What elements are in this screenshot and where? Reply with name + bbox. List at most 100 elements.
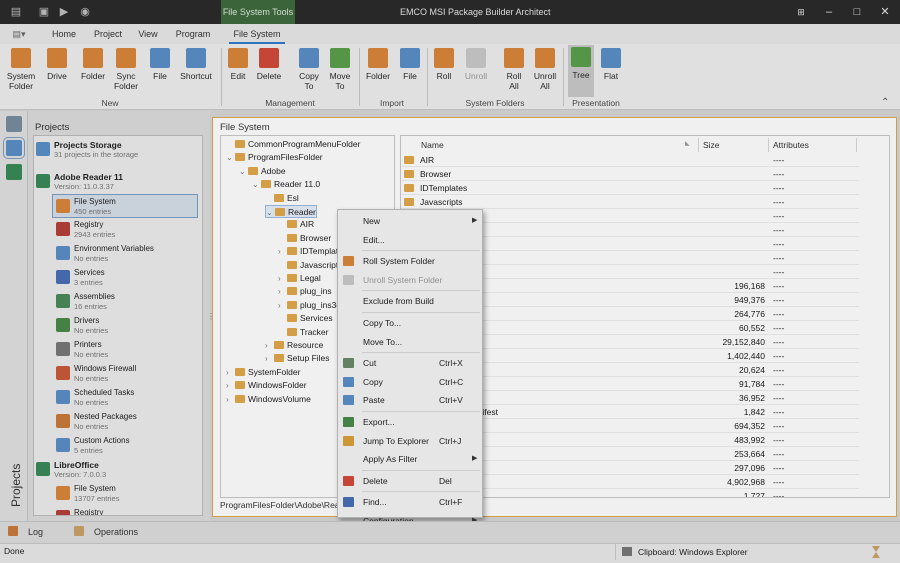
menu-item-cut[interactable]: Cut Ctrl+X <box>338 354 482 372</box>
table-row[interactable]: IDTemplates ---- <box>401 181 859 195</box>
tree-node[interactable]: › plug_ins <box>278 285 332 298</box>
tree-node[interactable]: › SystemFolder <box>226 366 300 379</box>
menu-item-delete[interactable]: Delete Del <box>338 472 482 490</box>
tree-node[interactable]: Browser <box>278 232 331 245</box>
expand-icon[interactable]: › <box>278 299 287 312</box>
menu-item-roll-system-folder[interactable]: Roll System Folder <box>338 252 482 270</box>
tree-node[interactable]: › Legal <box>278 272 321 285</box>
table-row[interactable]: AIR ---- <box>401 153 859 167</box>
tab-file-system[interactable]: File System <box>229 24 285 44</box>
project-category[interactable]: File System 450 entries <box>52 194 198 218</box>
tree-node[interactable]: Javascripts <box>278 259 343 272</box>
menu-item-apply-as-filter[interactable]: Apply As Filter ▶ <box>338 450 482 468</box>
system-folder-button[interactable]: System Folder <box>6 46 36 98</box>
menu-item-copy-to[interactable]: Copy To... <box>338 314 482 332</box>
project-category[interactable]: Custom Actions 5 entries <box>34 434 202 458</box>
tree-node[interactable]: › WindowsFolder <box>226 379 307 392</box>
log-tab[interactable]: Log <box>8 521 43 543</box>
project-category[interactable]: Registry <box>34 506 202 515</box>
roll-button[interactable]: Roll <box>431 46 457 98</box>
project-category[interactable]: Nested Packages No entries <box>34 410 202 434</box>
unroll-all-button[interactable]: Unroll All <box>530 46 560 98</box>
column-header-size[interactable]: Size <box>699 138 769 152</box>
roll-all-button[interactable]: Roll All <box>500 46 528 98</box>
flat-view-button[interactable]: Flat <box>598 46 624 98</box>
project-category[interactable]: Services 3 entries <box>34 266 202 290</box>
project-node[interactable]: Adobe Reader 11 Version: 11.0.3.37 <box>34 170 202 194</box>
collapse-ribbon-icon[interactable]: ⌃ <box>881 97 889 108</box>
sort-icon[interactable]: ◣ <box>685 140 690 147</box>
expand-icon[interactable]: › <box>226 366 235 379</box>
column-header-attributes[interactable]: Attributes <box>769 138 857 152</box>
project-node[interactable]: Projects Storage 31 projects in the stora… <box>34 138 202 162</box>
unroll-button[interactable]: Unroll <box>462 46 490 98</box>
tree-node[interactable]: Esl <box>265 192 299 205</box>
delete-button[interactable]: Delete <box>255 46 283 98</box>
tree-view-button[interactable]: Tree <box>568 45 594 97</box>
tab-project[interactable]: Project <box>88 24 128 44</box>
project-category[interactable]: Environment Variables No entries <box>34 242 202 266</box>
save-icon[interactable]: ▣ <box>36 4 52 20</box>
tree-node[interactable]: ⌄ ProgramFilesFolder <box>226 151 323 164</box>
edit-button[interactable]: Edit <box>226 46 250 98</box>
menu-item-exclude-from-build[interactable]: Exclude from Build <box>338 292 482 310</box>
tab-view[interactable]: View <box>133 24 163 44</box>
menu-item-jump-to-explorer[interactable]: Jump To Explorer Ctrl+J <box>338 432 482 450</box>
project-category[interactable]: Registry 2943 entries <box>34 218 202 242</box>
table-row[interactable]: Javascripts ---- <box>401 195 859 209</box>
tree-node[interactable]: CommonProgramMenuFolder <box>226 138 360 151</box>
files-icon[interactable] <box>3 137 25 159</box>
rail-label-projects[interactable]: Projects <box>9 447 23 507</box>
project-category[interactable]: Scheduled Tasks No entries <box>34 386 202 410</box>
drive-button[interactable]: Drive <box>42 46 72 98</box>
menu-item-move-to[interactable]: Move To... <box>338 333 482 351</box>
tree-node[interactable]: › plug_ins3d <box>278 299 341 312</box>
expand-icon[interactable]: › <box>226 379 235 392</box>
menu-item-export[interactable]: Export... <box>338 413 482 431</box>
expand-icon[interactable]: › <box>278 285 287 298</box>
expand-icon[interactable]: ⌄ <box>252 178 261 191</box>
expand-icon[interactable]: › <box>265 339 274 352</box>
expand-icon[interactable]: ⌄ <box>239 165 248 178</box>
tab-program[interactable]: Program <box>170 24 216 44</box>
app-menu-icon[interactable]: ▤ <box>8 4 24 20</box>
expand-icon[interactable]: › <box>278 272 287 285</box>
project-category[interactable]: Printers No entries <box>34 338 202 362</box>
menu-item-edit[interactable]: Edit... <box>338 231 482 249</box>
tree-node[interactable]: ⌄ Reader <box>265 205 317 218</box>
file-menu-icon[interactable]: ▤▾ <box>8 24 30 44</box>
close-button[interactable]: ✕ <box>872 0 898 24</box>
home-icon[interactable] <box>6 116 22 132</box>
menu-item-find[interactable]: Find... Ctrl+F <box>338 493 482 511</box>
globe-icon[interactable]: ◉ <box>77 4 93 20</box>
tree-node[interactable]: › WindowsVolume <box>226 393 311 406</box>
move-to-button[interactable]: Move To <box>326 46 354 98</box>
tab-home[interactable]: Home <box>46 24 82 44</box>
tree-node[interactable]: ⌄ Reader 11.0 <box>252 178 320 191</box>
pin-icon[interactable]: ⊞ <box>788 0 814 24</box>
file-button[interactable]: File <box>145 46 175 98</box>
project-category[interactable]: Assemblies 16 entries <box>34 290 202 314</box>
tree-node[interactable]: AIR <box>278 218 314 231</box>
copy-to-button[interactable]: Copy To <box>296 46 322 98</box>
menu-item-copy[interactable]: Copy Ctrl+C <box>338 373 482 391</box>
folder-button[interactable]: Folder <box>78 46 108 98</box>
table-row[interactable]: Browser ---- <box>401 167 859 181</box>
import-folder-button[interactable]: Folder <box>364 46 392 98</box>
expand-icon[interactable]: › <box>278 245 287 258</box>
maximize-button[interactable]: □ <box>844 0 870 24</box>
tree-node[interactable]: Services <box>278 312 333 325</box>
minimize-button[interactable]: – <box>816 0 842 24</box>
projects-list[interactable]: Projects Storage 31 projects in the stora… <box>33 135 203 516</box>
expand-icon[interactable]: › <box>226 393 235 406</box>
project-category[interactable]: Windows Firewall No entries <box>34 362 202 386</box>
column-header-name[interactable]: Name <box>417 138 699 152</box>
menu-item-new[interactable]: New ▶ <box>338 212 482 230</box>
sync-folder-button[interactable]: Sync Folder <box>111 46 141 98</box>
tree-node[interactable]: › Resource <box>265 339 323 352</box>
tree-node[interactable]: ⌄ Adobe <box>239 165 286 178</box>
project-node[interactable]: LibreOffice Version: 7.0.0.3 <box>34 458 202 482</box>
tree-node[interactable]: › Setup Files <box>265 352 330 365</box>
expand-icon[interactable]: ⌄ <box>226 151 235 164</box>
project-category[interactable]: Drivers No entries <box>34 314 202 338</box>
